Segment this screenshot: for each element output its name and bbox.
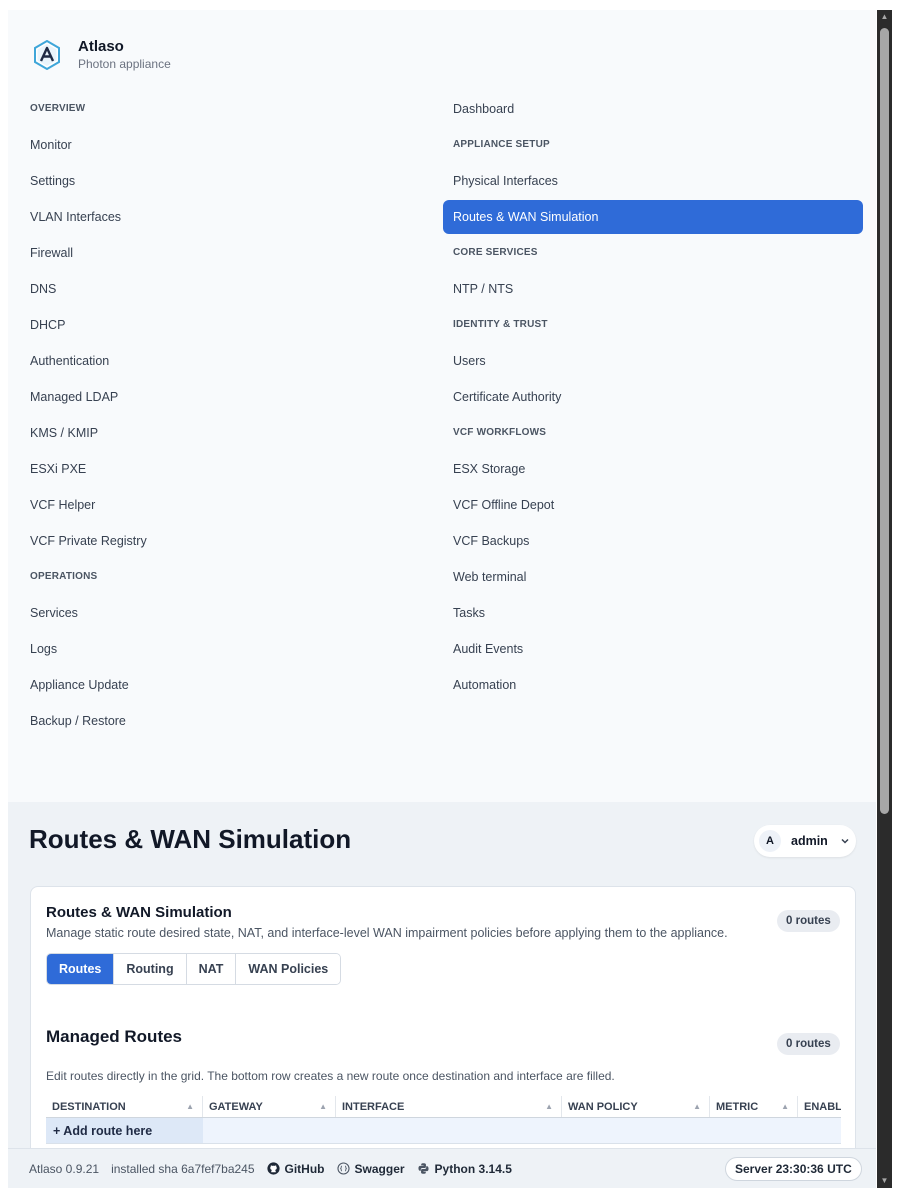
- sidebar-item-ntp-nts[interactable]: NTP / NTS: [443, 272, 863, 306]
- sort-up-icon: ▲: [693, 1102, 701, 1111]
- vertical-scrollbar[interactable]: ▲ ▼: [877, 10, 892, 1188]
- sidebar-item-authentication[interactable]: Authentication: [20, 344, 440, 378]
- sidebar-item-physical-interfaces[interactable]: Physical Interfaces: [443, 164, 863, 198]
- tab-routes[interactable]: Routes: [47, 954, 115, 984]
- nav-section-vcf-workflows: VCF WORKFLOWS: [453, 427, 547, 438]
- user-name: admin: [791, 834, 828, 848]
- nav-section-identity-and-trust: IDENTITY & TRUST: [453, 319, 548, 330]
- sidebar-item-esxi-pxe[interactable]: ESXi PXE: [20, 452, 440, 486]
- sidebar-item-tasks[interactable]: Tasks: [443, 596, 863, 630]
- column-header-metric[interactable]: METRIC ▲: [710, 1096, 798, 1117]
- add-route-row[interactable]: + Add route here: [46, 1118, 841, 1144]
- sidebar-item-settings[interactable]: Settings: [20, 164, 440, 198]
- column-header-interface[interactable]: INTERFACE ▲: [336, 1096, 562, 1117]
- scroll-up-arrow-icon[interactable]: ▲: [880, 12, 889, 22]
- atlaso-logo-icon: [34, 40, 60, 70]
- column-header-wan-policy[interactable]: WAN POLICY ▲: [562, 1096, 710, 1117]
- card-title: Routes & WAN Simulation: [46, 904, 232, 921]
- server-time-badge: Server 23:30:36 UTC: [725, 1157, 862, 1181]
- nav-section-core-services: CORE SERVICES: [453, 247, 538, 258]
- sidebar-item-appliance-update[interactable]: Appliance Update: [20, 668, 440, 702]
- github-link[interactable]: GitHub: [266, 1162, 325, 1176]
- sidebar-item-certificate-authority[interactable]: Certificate Authority: [443, 380, 863, 414]
- swagger-icon: [336, 1162, 350, 1175]
- sidebar-item-managed-ldap[interactable]: Managed LDAP: [20, 380, 440, 414]
- avatar: A: [759, 830, 781, 852]
- sidebar-item-web-terminal[interactable]: Web terminal: [443, 560, 863, 594]
- sidebar-item-esx-storage[interactable]: ESX Storage: [443, 452, 863, 486]
- column-header-destination[interactable]: DESTINATION ▲: [46, 1096, 203, 1117]
- footer: Atlaso 0.9.21 installed sha 6a7fef7ba245…: [8, 1148, 876, 1188]
- sidebar-item-dhcp[interactable]: DHCP: [20, 308, 440, 342]
- grid-header: DESTINATION ▲ GATEWAY ▲ INTERFACE ▲ WAN POL…: [46, 1096, 841, 1118]
- column-header-gateway[interactable]: GATEWAY ▲: [203, 1096, 336, 1117]
- user-menu-button[interactable]: A admin: [754, 825, 856, 857]
- sidebar-item-vcf-private-registry[interactable]: VCF Private Registry: [20, 524, 440, 558]
- python-link[interactable]: Python 3.14.5: [417, 1162, 512, 1176]
- sidebar-item-audit-events[interactable]: Audit Events: [443, 632, 863, 666]
- page-title: Routes & WAN Simulation: [29, 824, 352, 854]
- sidebar-item-kms-kmip[interactable]: KMS / KMIP: [20, 416, 440, 450]
- sidebar-item-logs[interactable]: Logs: [20, 632, 440, 666]
- sidebar-item-vcf-backups[interactable]: VCF Backups: [443, 524, 863, 558]
- brand-subtitle: Photon appliance: [78, 57, 171, 71]
- tab-bar: Routes Routing NAT WAN Policies: [46, 953, 342, 985]
- sidebar-item-dashboard[interactable]: Dashboard: [443, 92, 863, 126]
- routes-grid: DESTINATION ▲ GATEWAY ▲ INTERFACE ▲ WAN POL…: [46, 1096, 841, 1144]
- add-route-cell[interactable]: + Add route here: [46, 1118, 203, 1143]
- installed-sha: installed sha 6a7fef7ba245: [111, 1161, 255, 1176]
- brand[interactable]: Atlaso Photon appliance: [32, 38, 171, 72]
- nav-section-overview: OVERVIEW: [30, 103, 86, 114]
- column-header-enabled[interactable]: ENABL: [798, 1096, 841, 1117]
- sidebar-item-vcf-helper[interactable]: VCF Helper: [20, 488, 440, 522]
- sidebar-item-firewall[interactable]: Firewall: [20, 236, 440, 270]
- tab-nat[interactable]: NAT: [186, 954, 237, 984]
- section-title: Managed Routes: [46, 1027, 183, 1046]
- sidebar-item-automation[interactable]: Automation: [443, 668, 863, 702]
- sort-up-icon: ▲: [186, 1102, 194, 1111]
- scroll-down-arrow-icon[interactable]: ▼: [880, 1176, 889, 1186]
- app-window: Atlaso Photon appliance OVERVIEW Monitor S…: [8, 10, 876, 1188]
- python-icon: [417, 1163, 429, 1174]
- managed-routes-count-badge: 0 routes: [777, 1033, 840, 1055]
- tab-routing[interactable]: Routing: [114, 954, 187, 984]
- sidebar-item-services[interactable]: Services: [20, 596, 440, 630]
- brand-name: Atlaso: [78, 38, 124, 55]
- main-content: Routes & WAN Simulation A admin Routes &…: [8, 802, 876, 1188]
- sidebar-item-users[interactable]: Users: [443, 344, 863, 378]
- card-description: Manage static route desired state, NAT, …: [46, 926, 728, 940]
- section-description: Edit routes directly in the grid. The bo…: [46, 1069, 615, 1083]
- sidebar-item-backup-restore[interactable]: Backup / Restore: [20, 704, 440, 738]
- tab-wan-policies[interactable]: WAN Policies: [236, 954, 341, 984]
- sidebar-item-routes-and-wan-simulation[interactable]: Routes & WAN Simulation: [443, 200, 863, 234]
- sidebar-item-vcf-offline-depot[interactable]: VCF Offline Depot: [443, 488, 863, 522]
- sort-up-icon: ▲: [781, 1102, 789, 1111]
- routes-card: Routes & WAN Simulation Manage static ro…: [30, 886, 856, 1188]
- sort-up-icon: ▲: [545, 1102, 553, 1111]
- routes-count-badge: 0 routes: [777, 910, 840, 932]
- nav-section-appliance-setup: APPLIANCE SETUP: [453, 139, 550, 150]
- sidebar-item-vlan-interfaces[interactable]: VLAN Interfaces: [20, 200, 440, 234]
- scrollbar-thumb[interactable]: [880, 28, 889, 814]
- nav-section-operations: OPERATIONS: [30, 571, 98, 582]
- github-icon: [266, 1162, 280, 1175]
- sidebar-item-dns[interactable]: DNS: [20, 272, 440, 306]
- app-version: Atlaso 0.9.21: [29, 1161, 100, 1176]
- chevron-down-icon: [841, 838, 849, 844]
- sort-up-icon: ▲: [319, 1102, 327, 1111]
- swagger-link[interactable]: Swagger: [336, 1162, 405, 1176]
- sidebar-item-monitor[interactable]: Monitor: [20, 128, 440, 162]
